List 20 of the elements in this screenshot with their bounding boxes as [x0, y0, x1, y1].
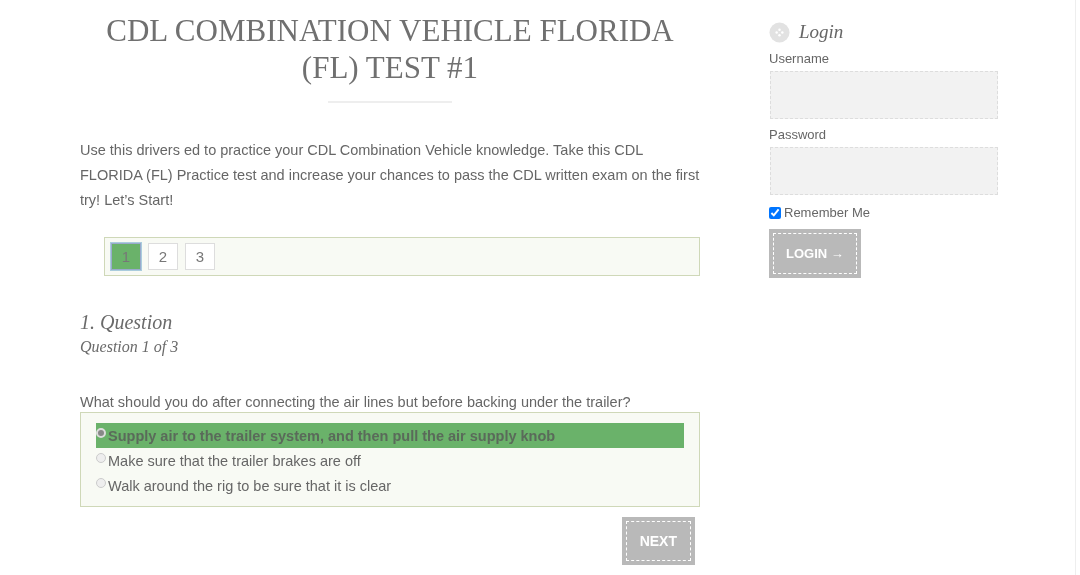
- username-label: Username: [769, 51, 830, 66]
- radio-icon[interactable]: [96, 453, 106, 463]
- question-heading: 1. Question: [80, 311, 174, 334]
- password-label: Password: [769, 127, 828, 142]
- page-button[interactable]: 3: [185, 243, 215, 270]
- remember-label: Remember Me: [784, 205, 870, 220]
- login-icon: [769, 21, 790, 43]
- page-button[interactable]: 2: [148, 243, 178, 270]
- password-field[interactable]: [770, 147, 998, 195]
- page-title: CDL COMBINATION VEHICLE FLORIDA (FL) TEST #1: [105, 12, 675, 86]
- question-text: What should you do after connecting the air lines but before backing under the trailer?: [80, 394, 632, 410]
- question-counter: Question 1 of 3: [80, 338, 180, 356]
- remember-checkbox[interactable]: [769, 206, 781, 219]
- username-field[interactable]: [770, 71, 998, 119]
- radio-icon[interactable]: [96, 478, 106, 488]
- answer-option[interactable]: Walk around the rig to be sure that it is clear: [96, 473, 684, 498]
- intro-paragraph: Use this drivers ed to practice your CDL Combination Vehicle knowledge. Take this CDL FLORIDA (FL) Practice test and increase your chances to pass the CDL written exam on the first try! Let’s Start!: [80, 141, 700, 210]
- login-title: Login: [799, 21, 844, 43]
- radio-icon[interactable]: [96, 428, 106, 438]
- answer-option[interactable]: Make sure that the trailer brakes are off: [96, 448, 684, 473]
